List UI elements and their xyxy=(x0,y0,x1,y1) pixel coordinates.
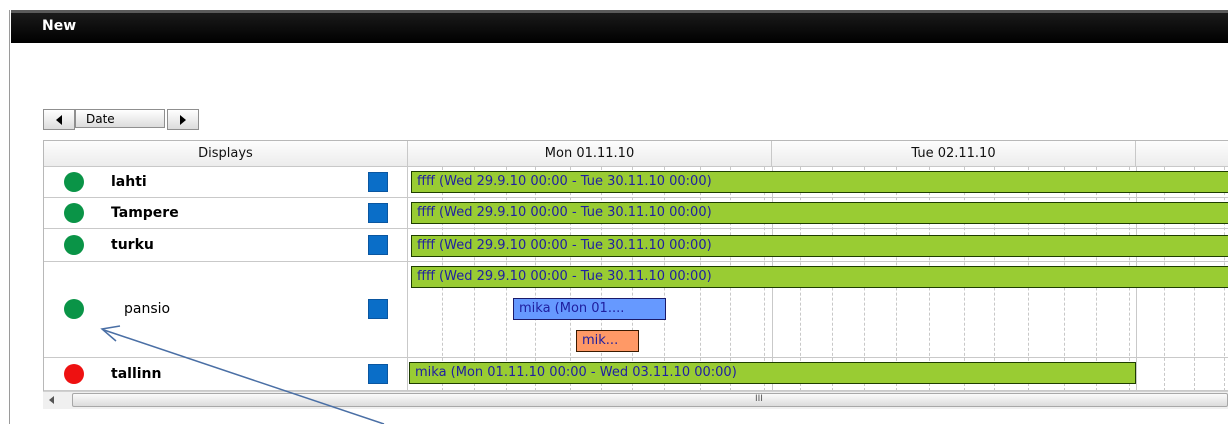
annotation-arrow xyxy=(100,325,385,424)
annotation-arrowhead xyxy=(100,325,121,342)
annotation-arrow-line xyxy=(103,329,385,424)
